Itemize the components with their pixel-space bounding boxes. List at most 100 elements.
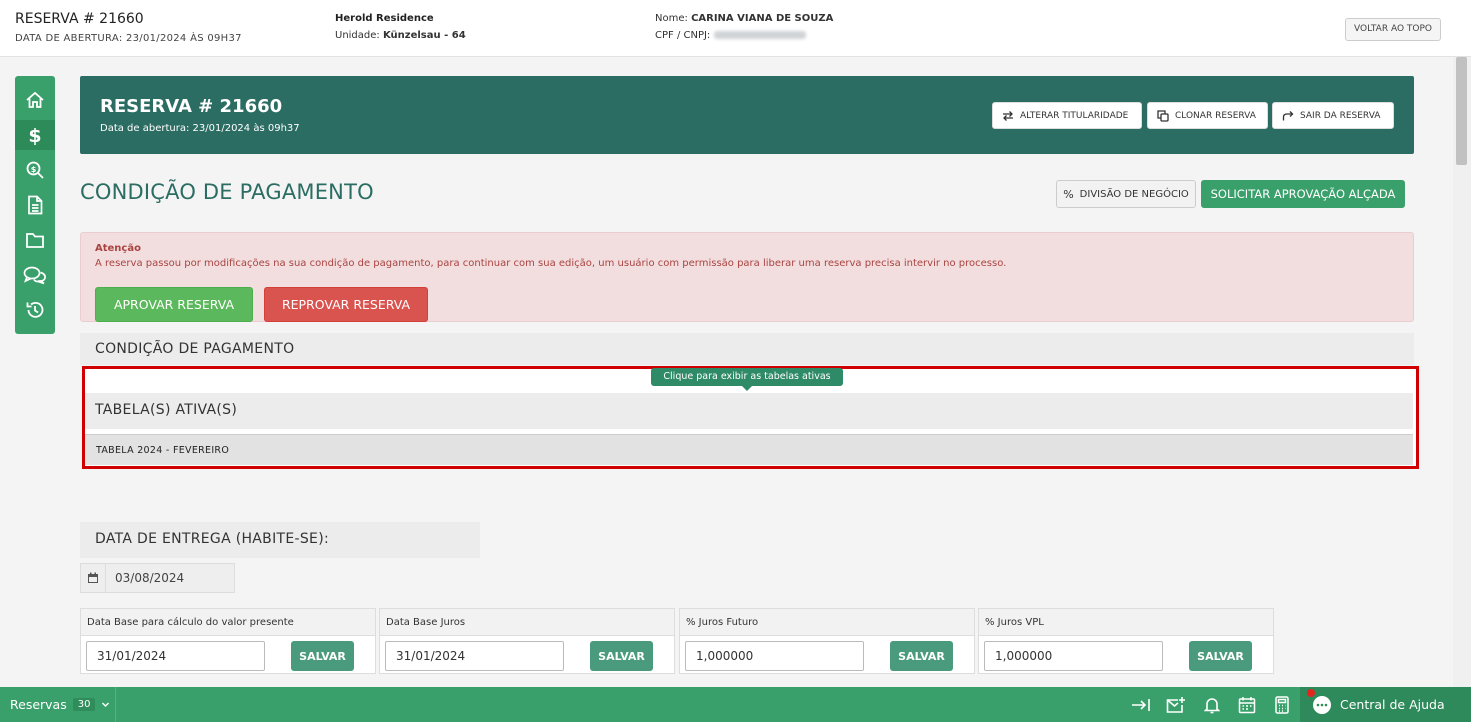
- chat-icon: [23, 266, 46, 285]
- notes-button[interactable]: [1166, 695, 1186, 715]
- attention-alert: Atenção A reserva passou por modificaçõe…: [80, 232, 1414, 322]
- salvar-button[interactable]: SALVAR: [890, 641, 953, 671]
- nav-historico[interactable]: [15, 295, 55, 325]
- nav-arquivos[interactable]: [15, 225, 55, 255]
- alert-message: A reserva passou por modificações na sua…: [95, 258, 1007, 269]
- reserva-banner: RESERVA # 21660 Data de abertura: 23/01/…: [80, 76, 1414, 154]
- percent-icon: %: [1063, 187, 1074, 201]
- mail-plus-icon: [1166, 697, 1185, 713]
- data-base-valor-presente-input[interactable]: 31/01/2024: [86, 641, 265, 671]
- page-scrollbar[interactable]: [1453, 57, 1471, 687]
- arrow-to-right-icon: [1132, 699, 1150, 711]
- card-data-base-juros: Data Base Juros 31/01/2024 SALVAR: [379, 608, 675, 674]
- reservas-count-badge: 30: [72, 698, 96, 711]
- nav-documentos[interactable]: [15, 190, 55, 220]
- salvar-button[interactable]: SALVAR: [1189, 641, 1252, 671]
- header-unidade: Unidade: Künzelsau - 64: [335, 30, 466, 41]
- juros-vpl-input[interactable]: 1,000000: [984, 641, 1163, 671]
- nav-search-financeiro[interactable]: $: [15, 155, 55, 185]
- bottom-bar: Reservas 30 Central de Ajuda: [0, 687, 1471, 722]
- reservas-label: Reservas: [10, 697, 67, 712]
- data-entrega-field[interactable]: 03/08/2024: [80, 563, 235, 593]
- search-dollar-icon: $: [26, 161, 44, 179]
- side-nav: $ $: [15, 76, 55, 334]
- header-nome: Nome: CARINA VIANA DE SOUZA: [655, 13, 833, 24]
- top-header: RESERVA # 21660 DATA DE ABERTURA: 23/01/…: [0, 0, 1471, 57]
- clonar-reserva-label: CLONAR RESERVA: [1175, 110, 1256, 121]
- banner-title: RESERVA # 21660: [100, 96, 283, 117]
- clone-icon: [1157, 109, 1169, 122]
- bell-icon: [1204, 698, 1220, 714]
- card-label: Data Base para cálculo do valor presente: [81, 609, 375, 636]
- central-de-ajuda-button[interactable]: Central de Ajuda: [1300, 687, 1471, 722]
- reservas-dropdown[interactable]: Reservas 30: [10, 697, 110, 712]
- salvar-button[interactable]: SALVAR: [590, 641, 653, 671]
- condicao-section-header: CONDIÇÃO DE PAGAMENTO: [80, 333, 1414, 365]
- header-cliente-info: Nome: CARINA VIANA DE SOUZA CPF / CNPJ:: [655, 13, 833, 47]
- reprovar-reserva-button[interactable]: REPROVAR RESERVA: [264, 287, 428, 322]
- calculator-button[interactable]: [1272, 695, 1292, 715]
- header-reserva-title: RESERVA # 21660: [15, 11, 144, 27]
- header-abertura: DATA DE ABERTURA: 23/01/2024 ÀS 09H37: [15, 33, 242, 44]
- card-data-base-valor-presente: Data Base para cálculo do valor presente…: [80, 608, 376, 674]
- header-cpf: CPF / CNPJ:: [655, 30, 833, 41]
- card-label: % Juros VPL: [979, 609, 1273, 636]
- central-de-ajuda-label: Central de Ajuda: [1340, 697, 1445, 712]
- alterar-titularidade-label: ALTERAR TITULARIDADE: [1020, 110, 1129, 121]
- tabelas-tooltip: Clique para exibir as tabelas ativas: [651, 368, 843, 391]
- salvar-button[interactable]: SALVAR: [291, 641, 354, 671]
- calendar-icon: [1238, 697, 1256, 714]
- calendar-button[interactable]: [1237, 695, 1257, 715]
- tabela-item[interactable]: TABELA 2024 - FEVEREIRO: [85, 434, 1413, 465]
- collapse-button[interactable]: [1131, 695, 1151, 715]
- folder-icon: [26, 233, 44, 248]
- scrollbar-thumb[interactable]: [1456, 57, 1467, 165]
- nav-financeiro[interactable]: $: [15, 120, 55, 150]
- calendar-icon[interactable]: [81, 564, 106, 592]
- card-juros-vpl: % Juros VPL 1,000000 SALVAR: [978, 608, 1274, 674]
- data-base-juros-input[interactable]: 31/01/2024: [385, 641, 564, 671]
- sair-reserva-button[interactable]: SAIR DA RESERVA: [1272, 102, 1394, 129]
- document-icon: [28, 195, 43, 215]
- bottom-bar-divider: [115, 687, 116, 722]
- share-arrow-icon: [1282, 110, 1294, 120]
- solicitar-aprovacao-button[interactable]: SOLICITAR APROVAÇÃO ALÇADA: [1201, 180, 1405, 208]
- header-empreendimento: Herold Residence: [335, 13, 434, 24]
- history-icon: [26, 301, 44, 318]
- chevron-down-icon: [102, 702, 110, 707]
- notification-dot: [1307, 689, 1315, 697]
- juros-futuro-input[interactable]: 1,000000: [685, 641, 864, 671]
- card-juros-futuro: % Juros Futuro 1,000000 SALVAR: [679, 608, 975, 674]
- cpf-value-redacted: [713, 31, 806, 39]
- swap-icon: [1003, 110, 1013, 121]
- sair-reserva-label: SAIR DA RESERVA: [1300, 110, 1381, 121]
- unidade-value: Künzelsau - 64: [382, 30, 466, 41]
- page-title: CONDIÇÃO DE PAGAMENTO: [80, 180, 374, 204]
- svg-text:$: $: [31, 165, 37, 174]
- clonar-reserva-button[interactable]: CLONAR RESERVA: [1147, 102, 1268, 129]
- chat-bubble-icon: [1313, 695, 1331, 714]
- alert-title: Atenção: [95, 243, 141, 254]
- home-icon: [26, 91, 44, 108]
- data-entrega-value: 03/08/2024: [115, 571, 185, 585]
- nav-home[interactable]: [15, 85, 55, 115]
- divisao-negocio-button[interactable]: % DIVISÃO DE NEGÓCIO: [1056, 180, 1196, 208]
- card-label: Data Base Juros: [380, 609, 674, 636]
- notifications-button[interactable]: [1202, 695, 1222, 715]
- svg-text:$: $: [28, 125, 41, 146]
- alterar-titularidade-button[interactable]: ALTERAR TITULARIDADE: [992, 102, 1142, 129]
- dollar-icon: $: [28, 125, 41, 146]
- nav-mensagens[interactable]: [15, 260, 55, 290]
- tabelas-ativas-toggle[interactable]: TABELA(S) ATIVA(S): [85, 393, 1413, 429]
- divisao-negocio-label: DIVISÃO DE NEGÓCIO: [1079, 188, 1189, 200]
- cpf-label: CPF / CNPJ:: [655, 30, 711, 41]
- nome-value: CARINA VIANA DE SOUZA: [691, 13, 834, 24]
- card-label: % Juros Futuro: [680, 609, 974, 636]
- data-entrega-header: DATA DE ENTREGA (HABITE-SE):: [80, 522, 480, 558]
- aprovar-reserva-button[interactable]: APROVAR RESERVA: [95, 287, 253, 322]
- voltar-ao-topo-button[interactable]: VOLTAR AO TOPO: [1345, 18, 1441, 41]
- header-empreendimento-info: Herold Residence Unidade: Künzelsau - 64: [335, 13, 466, 47]
- header-reserva-info: RESERVA # 21660 DATA DE ABERTURA: 23/01/…: [15, 11, 242, 44]
- calculator-icon: [1275, 696, 1289, 714]
- banner-subtitle: Data de abertura: 23/01/2024 às 09h37: [100, 123, 300, 134]
